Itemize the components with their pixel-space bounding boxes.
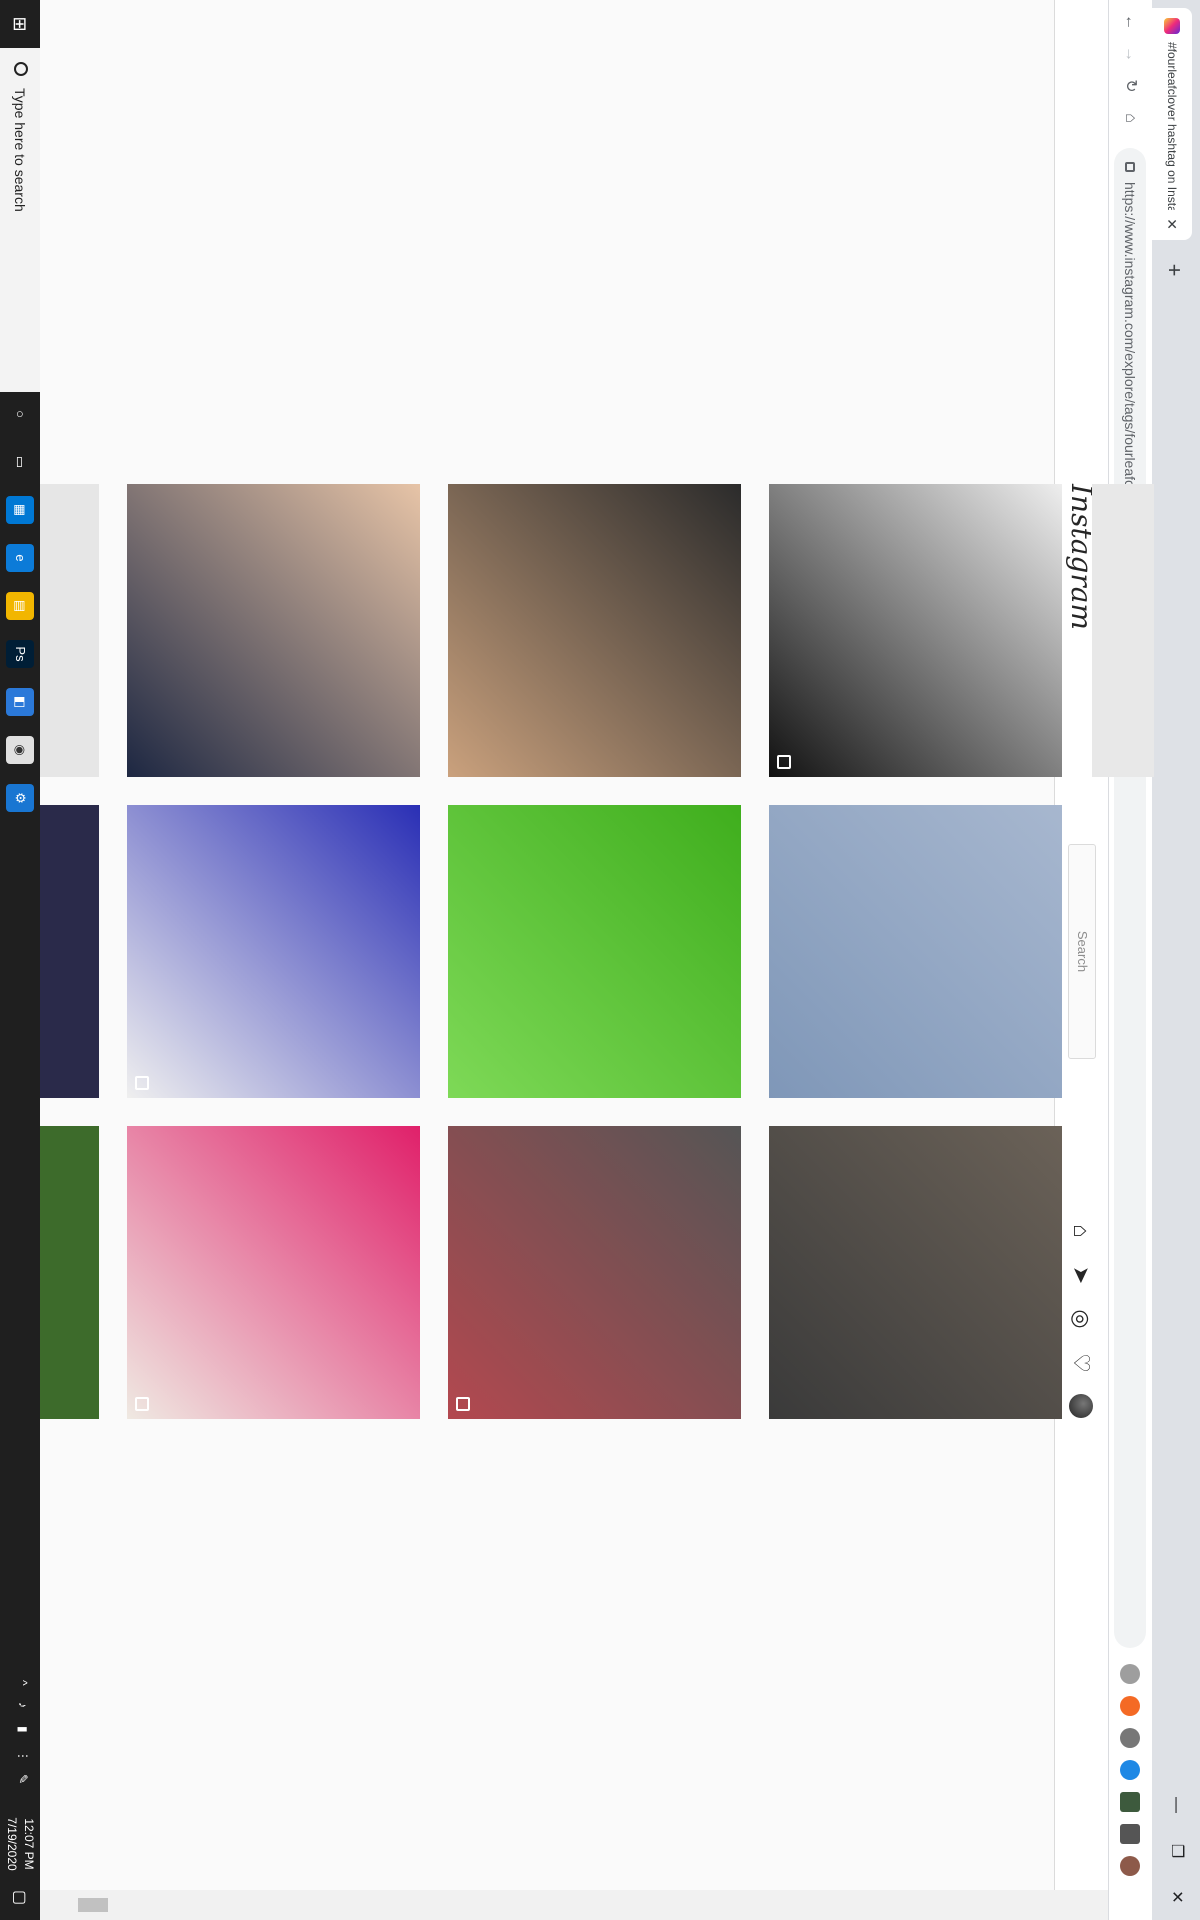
minimize-button[interactable]: — <box>1152 1782 1200 1828</box>
close-window-button[interactable]: ✕ <box>1152 1874 1200 1920</box>
cortana-icon[interactable]: ○ <box>6 400 34 428</box>
taskbar-search-input[interactable]: Type here to search <box>0 48 40 392</box>
reload-icon[interactable]: ↻ <box>1116 72 1144 100</box>
carousel-icon <box>456 1397 470 1411</box>
grid-tile[interactable] <box>769 805 1062 1098</box>
browser-tab-active[interactable]: #fourleafclover hashtag on Insta ✕ <box>1152 8 1192 240</box>
clock-time: 12:07 PM <box>22 1818 36 1870</box>
restore-button[interactable]: ❐ <box>1152 1828 1200 1874</box>
browser-toolbar: ← → ↻ ⌂ https://www.instagram.com/explor… <box>1108 0 1152 1920</box>
instagram-favicon-icon <box>1164 18 1180 34</box>
tab-close-icon[interactable]: ✕ <box>1164 218 1181 230</box>
volume-icon[interactable]: ♪ <box>16 1702 30 1708</box>
grid-tile[interactable] <box>769 484 1062 777</box>
instagram-header: Instagram Search ⌂ ➤ ◎ ♡ <box>1054 0 1108 1920</box>
tab-title: #fourleafclover hashtag on Insta <box>1165 42 1179 211</box>
task-view-icon[interactable]: ▭ <box>6 448 34 476</box>
grid-tile[interactable] <box>448 484 741 777</box>
extension-green-icon[interactable] <box>1120 1792 1140 1812</box>
grid-tile-partial[interactable] <box>37 1126 99 1419</box>
avatar[interactable] <box>1069 1394 1093 1418</box>
clock[interactable]: 12:07 PM 7/19/2020 <box>3 1804 37 1884</box>
windows-taskbar: ⊞ Type here to search ○ ▭ ▦ e ▤ Ps ◧ ◉ ⚙… <box>0 0 40 1920</box>
home-icon[interactable]: ⌂ <box>1116 104 1144 132</box>
carousel-icon <box>777 755 791 769</box>
extension-blue-icon[interactable] <box>1120 1760 1140 1780</box>
battery-icon[interactable]: ▮ <box>16 1726 30 1733</box>
grid-tile[interactable] <box>127 805 420 1098</box>
home-icon[interactable]: ⌂ <box>1068 1218 1094 1244</box>
grid-tile[interactable] <box>448 1126 741 1419</box>
settings-gear-icon[interactable]: ⚙ <box>6 784 34 812</box>
carousel-icon <box>135 1076 149 1090</box>
clock-date: 7/19/2020 <box>5 1817 19 1871</box>
network-icon[interactable]: ⋮ <box>16 1750 30 1762</box>
extension-g-icon[interactable] <box>1120 1664 1140 1684</box>
horizontal-scrollbar[interactable] <box>40 1890 1108 1920</box>
search-input[interactable]: Search <box>1068 844 1096 1059</box>
extension-orange-icon[interactable] <box>1120 1696 1140 1716</box>
explore-compass-icon[interactable]: ◎ <box>1068 1306 1094 1332</box>
chrome-icon[interactable]: ◉ <box>6 736 34 764</box>
grid-tile[interactable] <box>127 1126 420 1419</box>
grid-tile[interactable] <box>769 1126 1062 1419</box>
extensions-puzzle-icon[interactable] <box>1120 1824 1140 1844</box>
file-explorer-icon[interactable]: ▤ <box>6 592 34 620</box>
photo-grid <box>37 0 1154 1920</box>
taskbar-search-placeholder: Type here to search <box>12 88 28 212</box>
app-blue-icon[interactable]: ◧ <box>6 688 34 716</box>
tab-strip: #fourleafclover hashtag on Insta ✕ + — ❐… <box>1152 0 1200 1920</box>
carousel-icon <box>135 1397 149 1411</box>
rotated-screen: #fourleafclover hashtag on Insta ✕ + — ❐… <box>0 0 1200 1920</box>
lock-icon <box>1125 162 1135 172</box>
grid-tile-partial[interactable] <box>37 805 99 1098</box>
profile-avatar-icon[interactable] <box>1120 1856 1140 1876</box>
grid-tile-partial[interactable] <box>1092 484 1154 777</box>
edge-icon[interactable]: e <box>6 544 34 572</box>
url-text: https://www.instagram.com/explore/tags/f… <box>1122 182 1138 522</box>
pen-icon[interactable]: ✎ <box>16 1774 30 1784</box>
back-arrow-icon[interactable]: ← <box>1116 8 1144 36</box>
grid-tile[interactable] <box>127 484 420 777</box>
tray-chevron-icon[interactable]: ^ <box>16 1680 30 1686</box>
activity-heart-icon[interactable]: ♡ <box>1068 1350 1094 1376</box>
direct-message-icon[interactable]: ➤ <box>1068 1262 1094 1288</box>
notifications-icon[interactable]: ▢ <box>10 1890 30 1905</box>
photoshop-icon[interactable]: Ps <box>6 640 34 668</box>
search-icon <box>14 62 28 76</box>
new-tab-button[interactable]: + <box>1160 256 1188 284</box>
extension-circle-icon[interactable] <box>1120 1728 1140 1748</box>
windows-start-icon[interactable]: ⊞ <box>0 0 40 48</box>
grid-tile-partial[interactable] <box>37 484 99 777</box>
grid-tile[interactable] <box>448 805 741 1098</box>
forward-arrow-icon[interactable]: → <box>1116 40 1144 68</box>
scrollbar-thumb[interactable] <box>78 1898 108 1912</box>
address-bar[interactable]: https://www.instagram.com/explore/tags/f… <box>1114 148 1146 1648</box>
store-icon[interactable]: ▦ <box>6 496 34 524</box>
